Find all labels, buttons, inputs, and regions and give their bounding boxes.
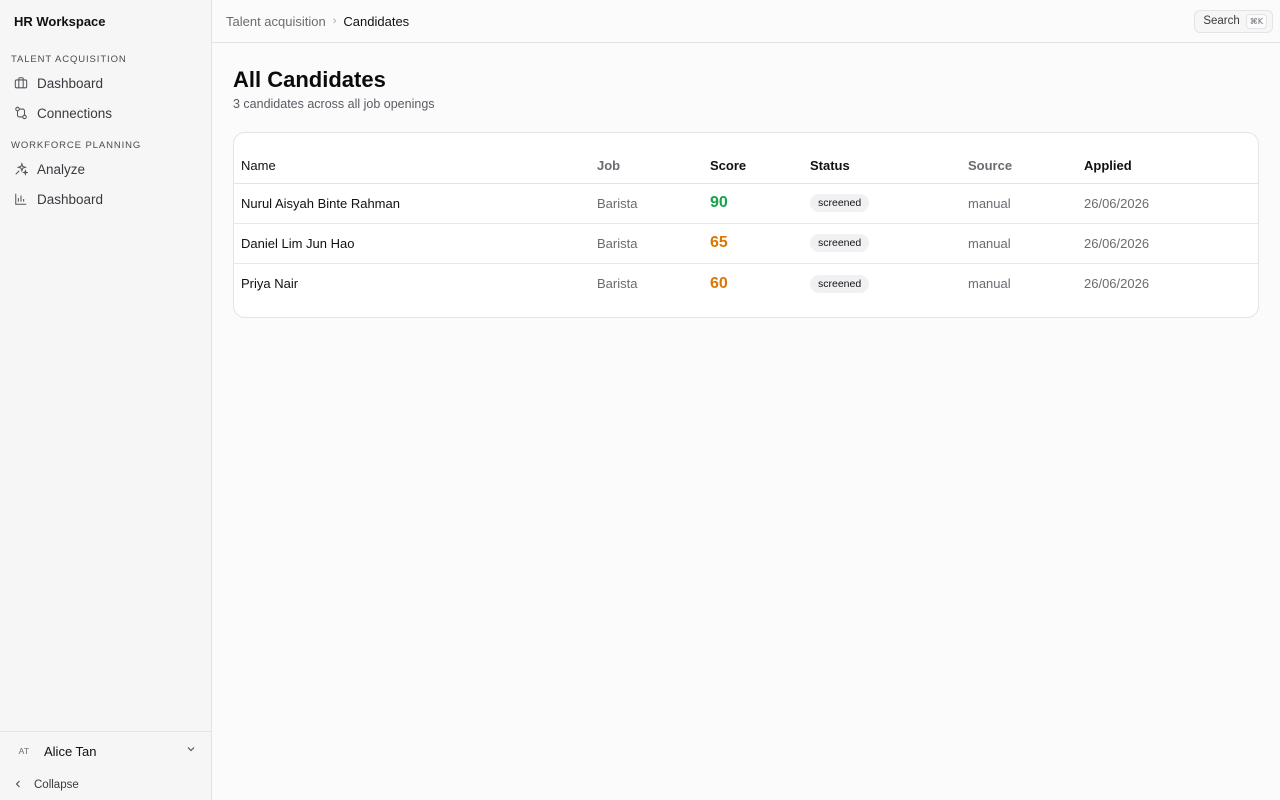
column-header-source[interactable]: Source [961,147,1077,184]
section-label: TALENT ACQUISITION [11,54,127,65]
column-header-score[interactable]: Score [703,147,803,184]
chevron-down-icon [185,742,197,760]
collapse-label: Collapse [34,779,79,791]
candidate-applied-date: 26/06/2026 [1084,276,1150,292]
table-header-row: Name Job Score Status Source Applied [234,147,1258,184]
sidebar-item-ta-dashboard[interactable]: Dashboard [0,69,211,99]
candidate-applied-date: 26/06/2026 [1077,223,1258,264]
candidate-source: manual [961,223,1077,264]
candidate-score: 90 [703,183,803,224]
avatar: AT [18,746,30,756]
candidate-applied-date: 26/06/2026 [1077,183,1258,224]
sidebar-footer: AT Alice Tan Collapse [0,731,211,800]
sidebar-item-label: Connections [37,106,113,122]
candidate-job: Barista [597,276,638,292]
status-badge: screened [810,234,870,253]
breadcrumb-parent[interactable]: Talent acquisition [226,14,326,29]
candidate-name[interactable]: Priya Nair [234,263,590,303]
breadcrumb-current: Candidates [343,13,410,29]
sidebar-item-connections[interactable]: Connections [0,99,211,129]
search-label: Search [1203,15,1240,27]
briefcase-icon [14,76,28,93]
table-row[interactable]: Daniel Lim Jun Hao Barista 65 screened m… [234,223,1258,264]
app-shell: HR Workspace TALENT ACQUISITION Dashboar… [0,0,1280,800]
sidebar-item-label: Dashboard [37,192,104,208]
topbar: Talent acquisition › Candidates Search ⌘… [212,0,1280,43]
nav-section-workforce-planning: WORKFORCE PLANNING Analyze Dashboard [0,139,211,215]
collapse-button[interactable]: Collapse [0,770,211,800]
user-menu[interactable]: AT Alice Tan [0,732,211,770]
search-shortcut: ⌘K [1245,13,1267,29]
section-label: WORKFORCE PLANNING [11,140,142,151]
status-cell: screened [803,223,961,264]
status-cell: screened [803,183,961,224]
breadcrumb-separator: › [332,15,337,27]
user-name: Alice Tan [44,743,97,759]
app-title: HR Workspace [14,14,106,29]
column-header-applied[interactable]: Applied [1077,147,1258,184]
candidate-job: Barista [590,223,703,264]
table-row[interactable]: Nurul Aisyah Binte Rahman Barista 90 scr… [234,183,1258,224]
page-title: All Candidates [233,67,386,92]
table-row[interactable]: Priya Nair Barista 60 screened manual 26… [234,263,1258,303]
sparkle-icon [14,161,29,179]
breadcrumb: Talent acquisition › Candidates [226,14,409,29]
bar-chart-icon [14,192,28,209]
sidebar-item-analyze[interactable]: Analyze [0,155,211,185]
candidate-name[interactable]: Daniel Lim Jun Hao [234,223,590,264]
candidate-name[interactable]: Nurul Aisyah Binte Rahman [234,183,590,224]
candidate-source: manual [968,276,1011,292]
candidate-job: Barista [590,183,703,224]
chevron-left-icon [12,778,24,793]
search-button[interactable]: Search ⌘K [1194,9,1273,33]
status-cell: screened [803,263,961,303]
column-header-job[interactable]: Job [590,147,703,184]
candidate-score: 65 [703,223,803,264]
nav-section-talent-acquisition: TALENT ACQUISITION Dashboard Connections [0,53,211,129]
candidate-source: manual [961,183,1077,224]
candidate-score: 60 [710,274,728,292]
sidebar: HR Workspace TALENT ACQUISITION Dashboar… [0,0,212,800]
candidates-table: Name Job Score Status Source Applied Nur… [234,147,1258,303]
main-area: Talent acquisition › Candidates Search ⌘… [212,0,1280,800]
sidebar-item-label: Dashboard [37,76,104,92]
status-badge: screened [810,274,870,293]
page-subtitle: 3 candidates across all job openings [233,97,435,112]
status-badge: screened [810,194,870,213]
sidebar-item-label: Analyze [37,162,86,178]
sidebar-item-wp-dashboard[interactable]: Dashboard [0,185,211,215]
column-header-status[interactable]: Status [803,147,961,184]
candidates-table-card: Name Job Score Status Source Applied Nur… [233,132,1259,319]
page-content: All Candidates 3 candidates across all j… [212,43,1280,319]
column-header-name[interactable]: Name [234,147,590,184]
connections-icon [14,106,28,123]
